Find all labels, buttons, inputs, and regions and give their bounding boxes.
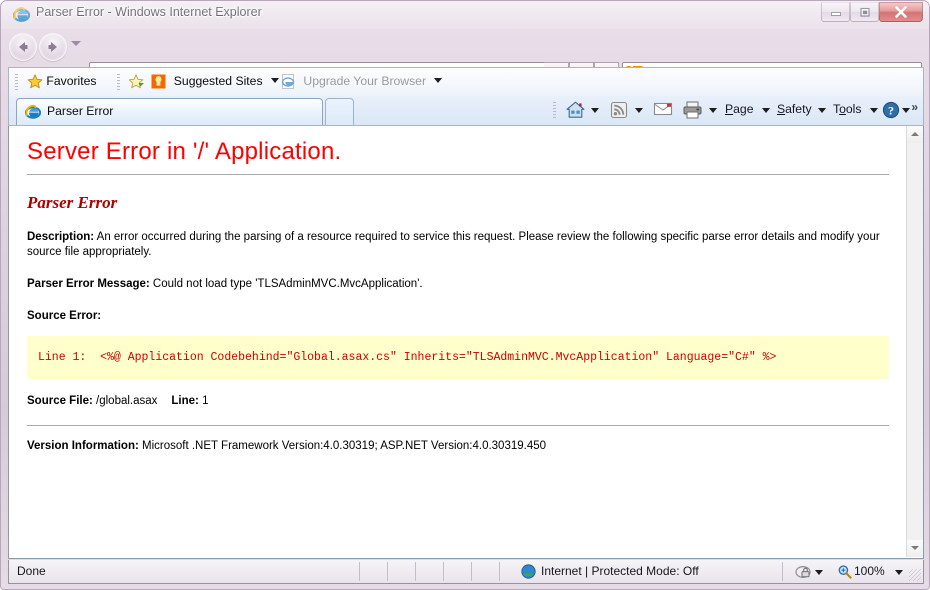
help-dropdown-icon[interactable] xyxy=(902,108,910,113)
tab-bar: Parser Error Page Safety Tools ? » xyxy=(8,96,924,126)
suggested-sites-label: Suggested Sites xyxy=(173,74,263,88)
source-file-label: Source File: xyxy=(27,395,93,407)
favorites-label: Favorites xyxy=(46,74,97,88)
privacy-report-icon[interactable] xyxy=(795,564,812,585)
error-subtitle: Parser Error xyxy=(27,193,118,212)
title-divider xyxy=(27,174,889,175)
source-code-line: Line 1: <%@ Application Codebehind="Glob… xyxy=(38,351,777,364)
feeds-icon[interactable] xyxy=(609,100,629,122)
parser-error-text: Could not load type 'TLSAdminMVC.MvcAppl… xyxy=(149,278,423,290)
version-text: Microsoft .NET Framework Version:4.0.303… xyxy=(138,440,547,452)
description-paragraph: Description: An error occurred during th… xyxy=(27,230,882,260)
privacy-dropdown-icon[interactable] xyxy=(815,570,823,575)
version-divider xyxy=(27,425,889,426)
status-separator xyxy=(415,562,416,581)
svg-text:?: ? xyxy=(888,103,894,117)
favorites-button[interactable]: Favorites xyxy=(27,73,97,92)
recent-pages-dropdown[interactable] xyxy=(71,41,81,46)
version-label: Version Information: xyxy=(27,440,139,452)
source-file-row: Source File: /global.asax Line: 1 xyxy=(27,394,889,409)
feeds-dropdown-icon[interactable] xyxy=(635,108,643,113)
print-icon[interactable] xyxy=(682,100,703,122)
page-menu-button[interactable]: Page xyxy=(725,102,753,116)
scroll-down-button[interactable] xyxy=(907,540,923,557)
web-page: Server Error in '/' Application. Parser … xyxy=(9,126,907,557)
browser-window: Parser Error - Windows Internet Explorer xyxy=(0,0,930,590)
internet-zone-icon xyxy=(521,564,536,579)
description-text: An error occurred during the parsing of … xyxy=(27,231,880,258)
home-icon[interactable] xyxy=(565,100,586,122)
favorites-gripper[interactable] xyxy=(15,74,18,91)
favorites-bar: Favorites Suggested Sites Upgrade Your B… xyxy=(8,67,924,96)
print-dropdown-icon[interactable] xyxy=(709,108,717,113)
status-bar: Done Internet | Protected Mode: Off 100% xyxy=(8,560,924,584)
status-separator xyxy=(387,562,388,581)
ie-page-icon xyxy=(24,104,42,120)
status-separator xyxy=(499,562,500,581)
command-bar-gripper[interactable] xyxy=(553,102,556,119)
close-button[interactable] xyxy=(879,2,923,22)
line-label: Line: xyxy=(171,395,199,407)
zoom-level-text[interactable]: 100% xyxy=(854,564,885,578)
tab-label: Parser Error xyxy=(47,104,114,118)
source-code-block: Line 1: <%@ Application Codebehind="Glob… xyxy=(27,336,889,379)
suggested-sites-button[interactable]: Suggested Sites xyxy=(128,73,279,92)
favorites-separator-gripper[interactable] xyxy=(117,74,120,91)
source-file-value: /global.asax xyxy=(92,395,158,407)
version-information-row: Version Information: Microsoft .NET Fram… xyxy=(27,439,889,454)
chevron-down-icon xyxy=(911,546,919,550)
source-error-heading: Source Error: xyxy=(27,309,889,324)
description-label: Description: xyxy=(27,231,95,243)
command-bar-overflow-button[interactable]: » xyxy=(911,100,918,114)
vertical-scrollbar[interactable] xyxy=(906,126,923,557)
security-zone-text: Internet | Protected Mode: Off xyxy=(541,564,699,578)
zoom-dropdown-icon[interactable] xyxy=(895,570,903,575)
chevron-down-icon[interactable] xyxy=(434,78,443,83)
chevron-down-icon[interactable] xyxy=(270,78,279,83)
minimize-button[interactable] xyxy=(821,2,850,22)
home-dropdown-icon[interactable] xyxy=(591,108,599,113)
new-tab-button[interactable] xyxy=(325,98,354,125)
source-error-label: Source Error: xyxy=(27,310,102,322)
scroll-up-button[interactable] xyxy=(907,126,923,143)
safety-dropdown-icon[interactable] xyxy=(818,108,826,113)
page-title: Server Error in '/' Application. xyxy=(27,138,342,165)
resize-grip[interactable] xyxy=(909,569,921,581)
maximize-button[interactable] xyxy=(850,2,879,22)
page-dropdown-icon[interactable] xyxy=(762,108,770,113)
status-separator xyxy=(443,562,444,581)
navigation-bar: http://127.0.0.1:2600/ B xyxy=(1,29,929,87)
status-separator xyxy=(782,562,783,581)
parser-error-label: Parser Error Message: xyxy=(27,278,150,290)
tools-menu-button[interactable]: Tools xyxy=(833,102,861,116)
upgrade-browser-label: Upgrade Your Browser xyxy=(303,74,427,88)
status-separator xyxy=(359,562,360,581)
title-bar: Parser Error - Windows Internet Explorer xyxy=(1,1,929,29)
window-title: Parser Error - Windows Internet Explorer xyxy=(36,5,262,19)
back-button[interactable] xyxy=(9,33,37,61)
upgrade-browser-button[interactable]: Upgrade Your Browser xyxy=(281,73,443,92)
help-icon[interactable]: ? xyxy=(882,101,900,123)
parser-error-paragraph: Parser Error Message: Could not load typ… xyxy=(27,277,889,292)
chevron-up-icon xyxy=(911,132,919,136)
tools-dropdown-icon[interactable] xyxy=(870,108,878,113)
status-separator xyxy=(471,562,472,581)
line-value: 1 xyxy=(198,395,209,407)
safety-menu-button[interactable]: Safety xyxy=(777,102,812,116)
content-viewport: Server Error in '/' Application. Parser … xyxy=(8,126,924,559)
zoom-icon[interactable] xyxy=(837,564,852,584)
ie-logo-icon xyxy=(12,6,31,23)
mail-icon[interactable] xyxy=(653,100,673,122)
tab-parser-error[interactable]: Parser Error xyxy=(16,98,323,125)
forward-button[interactable] xyxy=(39,33,67,61)
status-text: Done xyxy=(17,564,46,578)
